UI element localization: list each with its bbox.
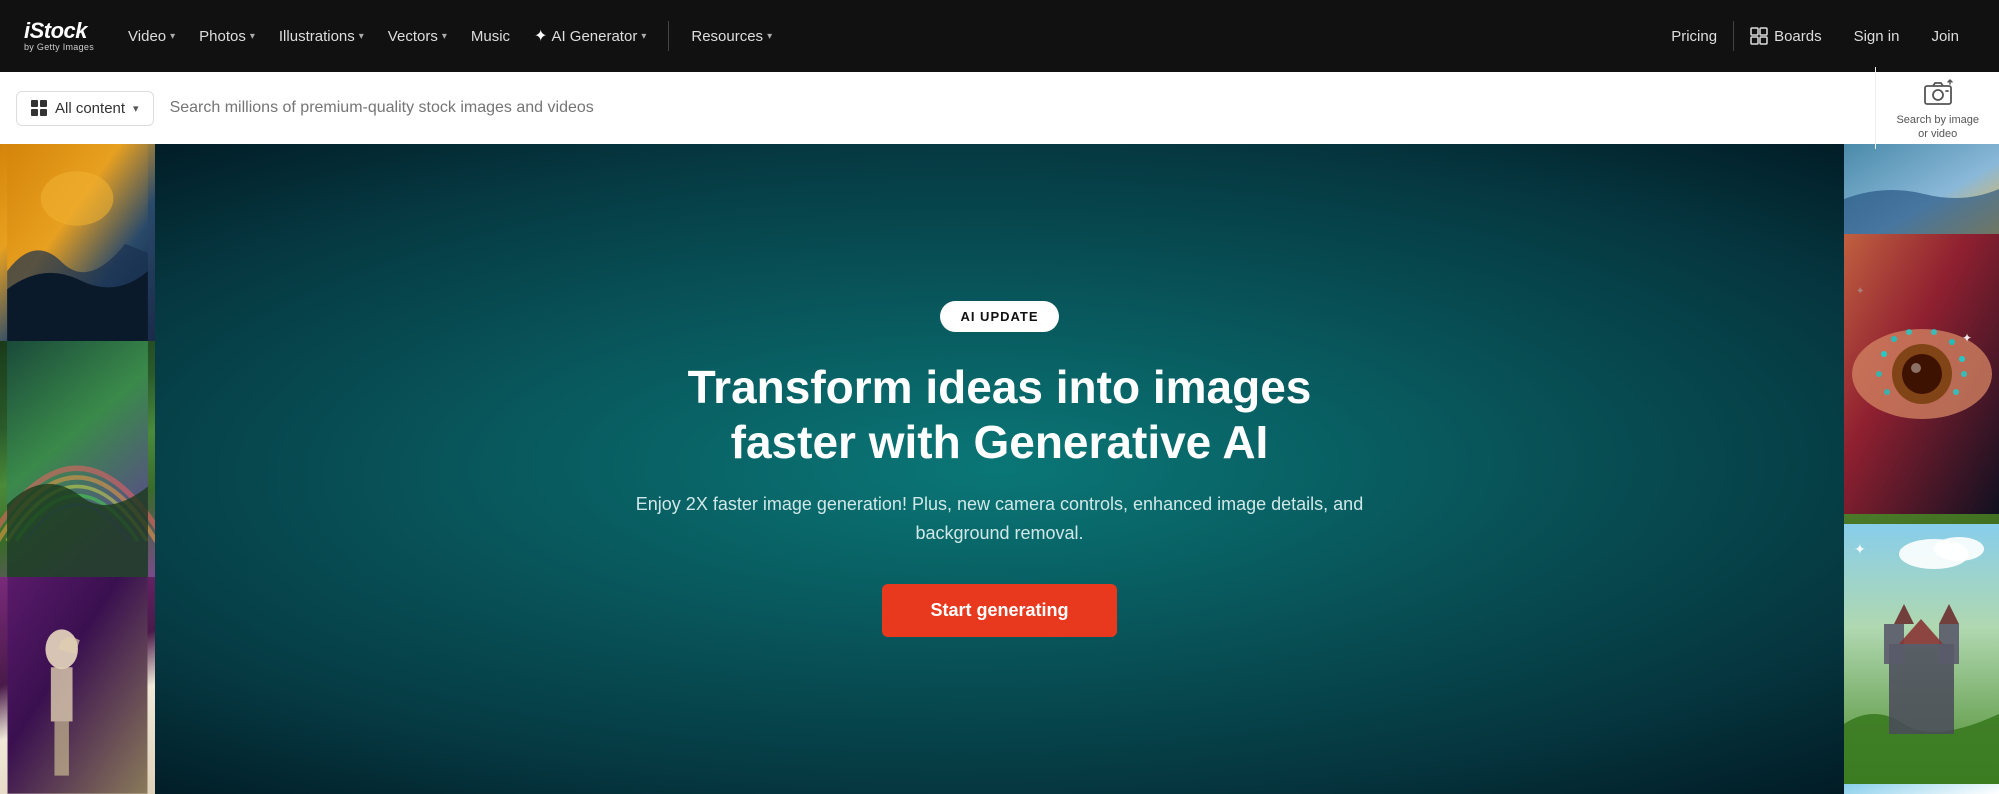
nav-label-vectors: Vectors	[388, 28, 438, 45]
nav-right: Pricing Boards Sign in Join	[1655, 19, 1975, 53]
nav-item-photos[interactable]: Photos ▾	[189, 20, 265, 53]
search-bar: All content ▾ Search by image or video	[0, 72, 1999, 144]
svg-text:✦: ✦	[1856, 286, 1864, 297]
start-generating-button[interactable]: Start generating	[882, 584, 1116, 637]
chevron-down-icon: ▾	[170, 31, 175, 42]
nav-items: Video ▾ Photos ▾ Illustrations ▾ Vectors…	[118, 18, 1651, 54]
camera-icon	[1920, 75, 1956, 111]
join-label: Join	[1931, 28, 1959, 45]
nav-label-illustrations: Illustrations	[279, 28, 355, 45]
content-filter-button[interactable]: All content ▾	[16, 91, 154, 126]
svg-text:✦: ✦	[1854, 541, 1866, 557]
side-images-left	[0, 144, 155, 794]
search-by-image-label: Search by image or video	[1896, 113, 1979, 142]
sign-in-label: Sign in	[1854, 28, 1900, 45]
nav-item-vectors[interactable]: Vectors ▾	[378, 20, 457, 53]
nav-item-video[interactable]: Video ▾	[118, 20, 185, 53]
logo[interactable]: iStock by Getty Images	[24, 20, 94, 52]
nav-label-video: Video	[128, 28, 166, 45]
hero-image-coastal[interactable]	[1844, 144, 1999, 234]
hero-image-rainbow[interactable]	[0, 341, 155, 577]
chevron-down-icon: ▾	[641, 31, 646, 42]
hero-title: Transform ideas into images faster with …	[630, 360, 1370, 470]
boards-icon	[1750, 27, 1768, 45]
boards-label: Boards	[1774, 28, 1822, 45]
hero-image-sunset[interactable]	[0, 144, 155, 341]
chevron-down-icon: ▾	[250, 31, 255, 42]
chevron-down-icon: ▾	[133, 102, 139, 115]
nav-divider	[668, 21, 669, 51]
sign-in-button[interactable]: Sign in	[1838, 20, 1916, 53]
navbar: iStock by Getty Images Video ▾ Photos ▾ …	[0, 0, 1999, 72]
nav-pricing[interactable]: Pricing	[1655, 20, 1733, 53]
nav-label-music: Music	[471, 28, 510, 45]
pricing-label: Pricing	[1671, 28, 1717, 45]
chevron-down-icon: ▾	[442, 31, 447, 42]
side-images-right: ✦ ✦	[1844, 144, 1999, 794]
search-input[interactable]	[170, 99, 1876, 117]
join-button[interactable]: Join	[1915, 20, 1975, 53]
svg-text:✦: ✦	[1962, 331, 1972, 345]
hero-image-castle[interactable]: ✦	[1844, 514, 1999, 794]
hero-content: AI UPDATE Transform ideas into images fa…	[450, 301, 1550, 637]
nav-item-illustrations[interactable]: Illustrations ▾	[269, 20, 374, 53]
hero-subtitle: Enjoy 2X faster image generation! Plus, …	[630, 490, 1370, 548]
nav-item-music[interactable]: Music	[461, 20, 520, 53]
sparkle-icon: ✦	[534, 26, 547, 46]
nav-label-ai-generator: AI Generator	[551, 28, 637, 45]
hero-image-statue[interactable]	[0, 577, 155, 794]
nav-label-resources: Resources	[691, 28, 763, 45]
grid-icon	[31, 100, 47, 116]
content-filter-label: All content	[55, 100, 125, 117]
nav-label-photos: Photos	[199, 28, 246, 45]
chevron-down-icon: ▾	[767, 31, 772, 42]
nav-item-ai-generator[interactable]: ✦ AI Generator ▾	[524, 18, 656, 54]
logo-tagline: by Getty Images	[24, 42, 94, 52]
chevron-down-icon: ▾	[359, 31, 364, 42]
hero-section: ✦ ✦	[0, 144, 1999, 794]
ai-update-badge: AI UPDATE	[940, 301, 1058, 332]
hero-image-eye[interactable]: ✦ ✦	[1844, 234, 1999, 514]
logo-brand: iStock	[24, 20, 94, 42]
search-by-image-button[interactable]: Search by image or video	[1875, 67, 1999, 150]
nav-item-resources[interactable]: Resources ▾	[681, 20, 782, 53]
nav-boards[interactable]: Boards	[1734, 19, 1838, 53]
